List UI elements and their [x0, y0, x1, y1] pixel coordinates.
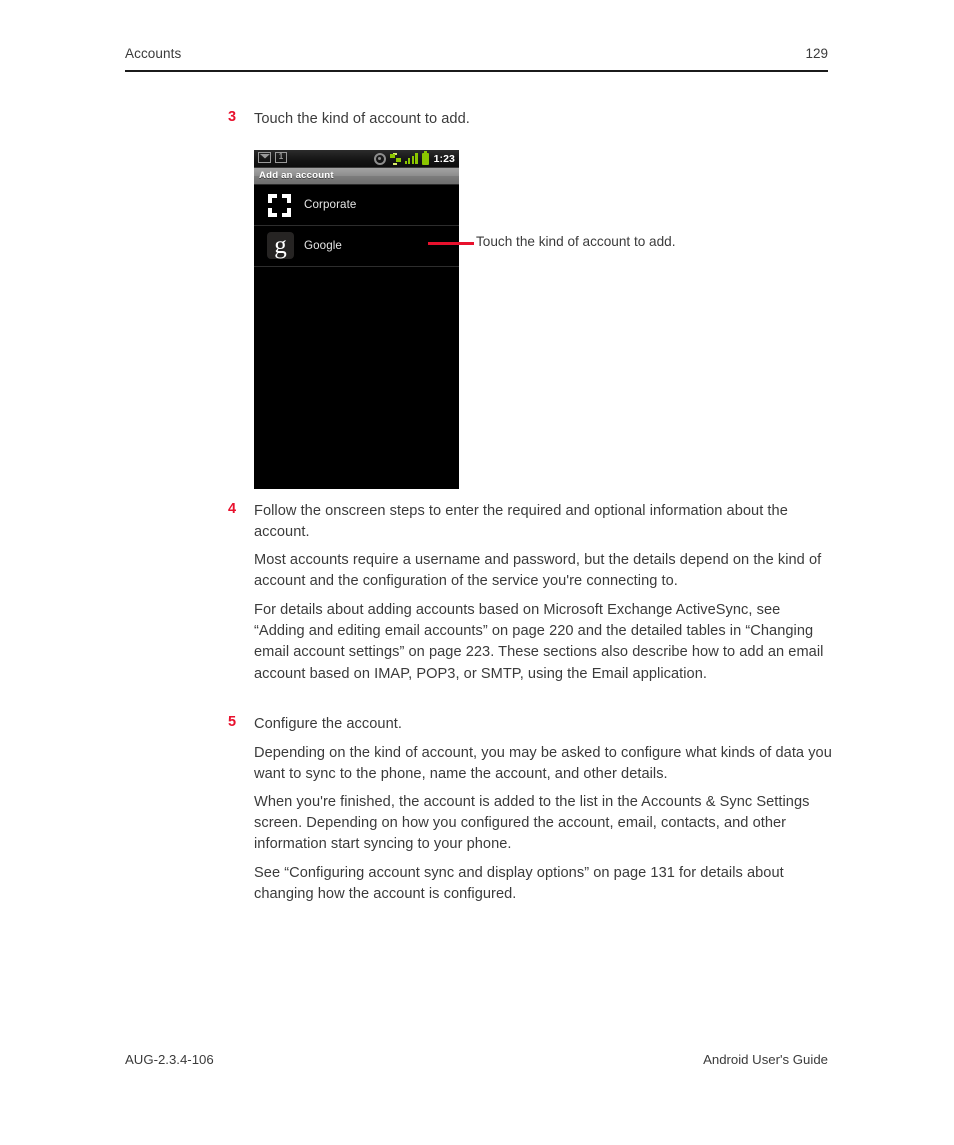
notification-count-icon: 1: [275, 152, 287, 163]
step-number-5: 5: [228, 714, 237, 730]
paragraph-4-1: Most accounts require a username and pas…: [254, 552, 822, 590]
gps-icon: [373, 152, 386, 165]
phone-screenshot: 1 1:23 Add an account Corporate g Google: [254, 150, 459, 489]
step-number-3: 3: [228, 109, 237, 125]
phone-title-label: Add an account: [259, 170, 334, 181]
corporate-icon: [268, 194, 291, 217]
phone-status-bar: 1 1:23: [254, 150, 459, 168]
page-footer: AUG-2.3.4-106 Android User's Guide: [125, 1052, 828, 1072]
status-indicators: 1:23: [373, 150, 455, 167]
callout-leader-line: [428, 242, 474, 245]
paragraph-5-2: When you're finished, the account is add…: [254, 794, 810, 853]
account-label-google: Google: [304, 239, 342, 252]
footer-document-id: AUG-2.3.4-106: [125, 1052, 214, 1067]
footer-guide-title: Android User's Guide: [703, 1052, 828, 1067]
step-text-3: Touch the kind of account to add.: [254, 111, 470, 127]
phone-title-bar: Add an account: [254, 168, 459, 185]
document-page: Accounts 129 3 Touch the kind of account…: [0, 0, 954, 1145]
sync-icon: [389, 152, 401, 165]
paragraph-5-1: Depending on the kind of account, you ma…: [254, 745, 832, 783]
google-icon: g: [267, 232, 294, 259]
running-header: Accounts 129: [125, 46, 828, 73]
account-label-corporate: Corporate: [304, 198, 357, 211]
account-list-item-corporate[interactable]: Corporate: [254, 185, 459, 226]
step-text-4: Follow the onscreen steps to enter the r…: [254, 503, 788, 541]
paragraph-4-2: For details about adding accounts based …: [254, 602, 824, 682]
header-chapter-title: Accounts: [125, 46, 182, 61]
step-number-4: 4: [228, 501, 237, 517]
header-page-number: 129: [805, 46, 828, 61]
step-text-5: Configure the account.: [254, 716, 402, 732]
header-rule: [125, 70, 828, 73]
battery-icon: [421, 150, 429, 165]
status-notifications: 1: [258, 152, 287, 163]
status-bar-clock: 1:23: [433, 152, 455, 165]
callout-label: Touch the kind of account to add.: [476, 234, 676, 249]
account-list-item-google[interactable]: g Google: [254, 226, 459, 267]
paragraph-5-3: See “Configuring account sync and displa…: [254, 865, 784, 903]
signal-bars-icon: [404, 153, 418, 164]
email-icon: [258, 152, 271, 163]
